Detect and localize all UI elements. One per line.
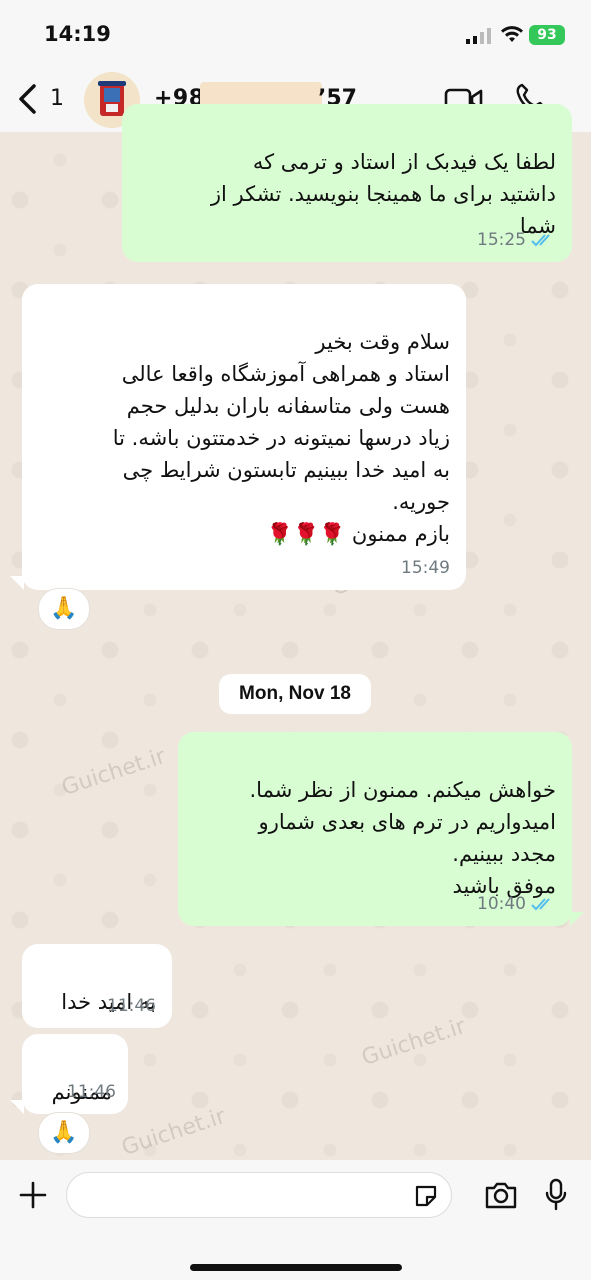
bubble-tail [10,576,24,590]
message-meta: 15:25 [477,224,556,256]
message-text: سلام وقت بخیر استاد و همراهی آموزشگاه وا… [112,330,450,546]
message-time: 11:46 [107,996,156,1016]
message-composer [0,1160,591,1280]
message-time: 15:25 [477,230,526,250]
double-check-icon [531,234,550,247]
signal-icon [466,28,491,44]
reaction-badge[interactable]: 🙏 [38,588,90,630]
message-time: 10:40 [477,894,526,914]
message-bubble-outgoing[interactable]: خواهش میکنم. ممنون از نظر شما. امیدواریم… [178,732,572,926]
message-time: 15:49 [401,558,450,578]
sticker-icon[interactable] [413,1183,439,1209]
message-meta: 11:46 [107,990,156,1022]
message-bubble-outgoing[interactable]: لطفا یک فیدبک از استاد و ترمی که داشتید … [122,104,572,262]
date-divider: Mon, Nov 18 [219,674,371,714]
wifi-icon [501,26,523,42]
chevron-left-icon[interactable] [14,82,44,116]
message-meta: 11:46 [67,1076,116,1108]
unread-count[interactable]: 1 [50,86,64,111]
message-time: 11:46 [67,1082,116,1102]
message-bubble-incoming[interactable]: ممنونم 11:46 [22,1034,128,1114]
message-meta: 15:49 [401,552,450,584]
message-bubble-incoming[interactable]: سلام وقت بخیر استاد و همراهی آموزشگاه وا… [22,284,466,590]
plus-icon[interactable] [18,1180,48,1210]
status-time: 14:19 [44,22,111,46]
camera-icon[interactable] [484,1180,518,1210]
bubble-tail [570,912,584,926]
home-indicator [190,1264,402,1271]
bubble-tail [10,1100,24,1114]
microphone-icon[interactable] [544,1178,568,1212]
reaction-badge[interactable]: 🙏 [38,1112,90,1154]
message-text: خواهش میکنم. ممنون از نظر شما. امیدواریم… [249,778,557,898]
message-input[interactable] [66,1172,452,1218]
double-check-icon [531,898,550,911]
message-meta: 10:40 [477,888,556,920]
message-bubble-incoming[interactable]: به امید خدا 11:46 [22,944,172,1028]
battery-indicator: 93 [529,25,565,45]
